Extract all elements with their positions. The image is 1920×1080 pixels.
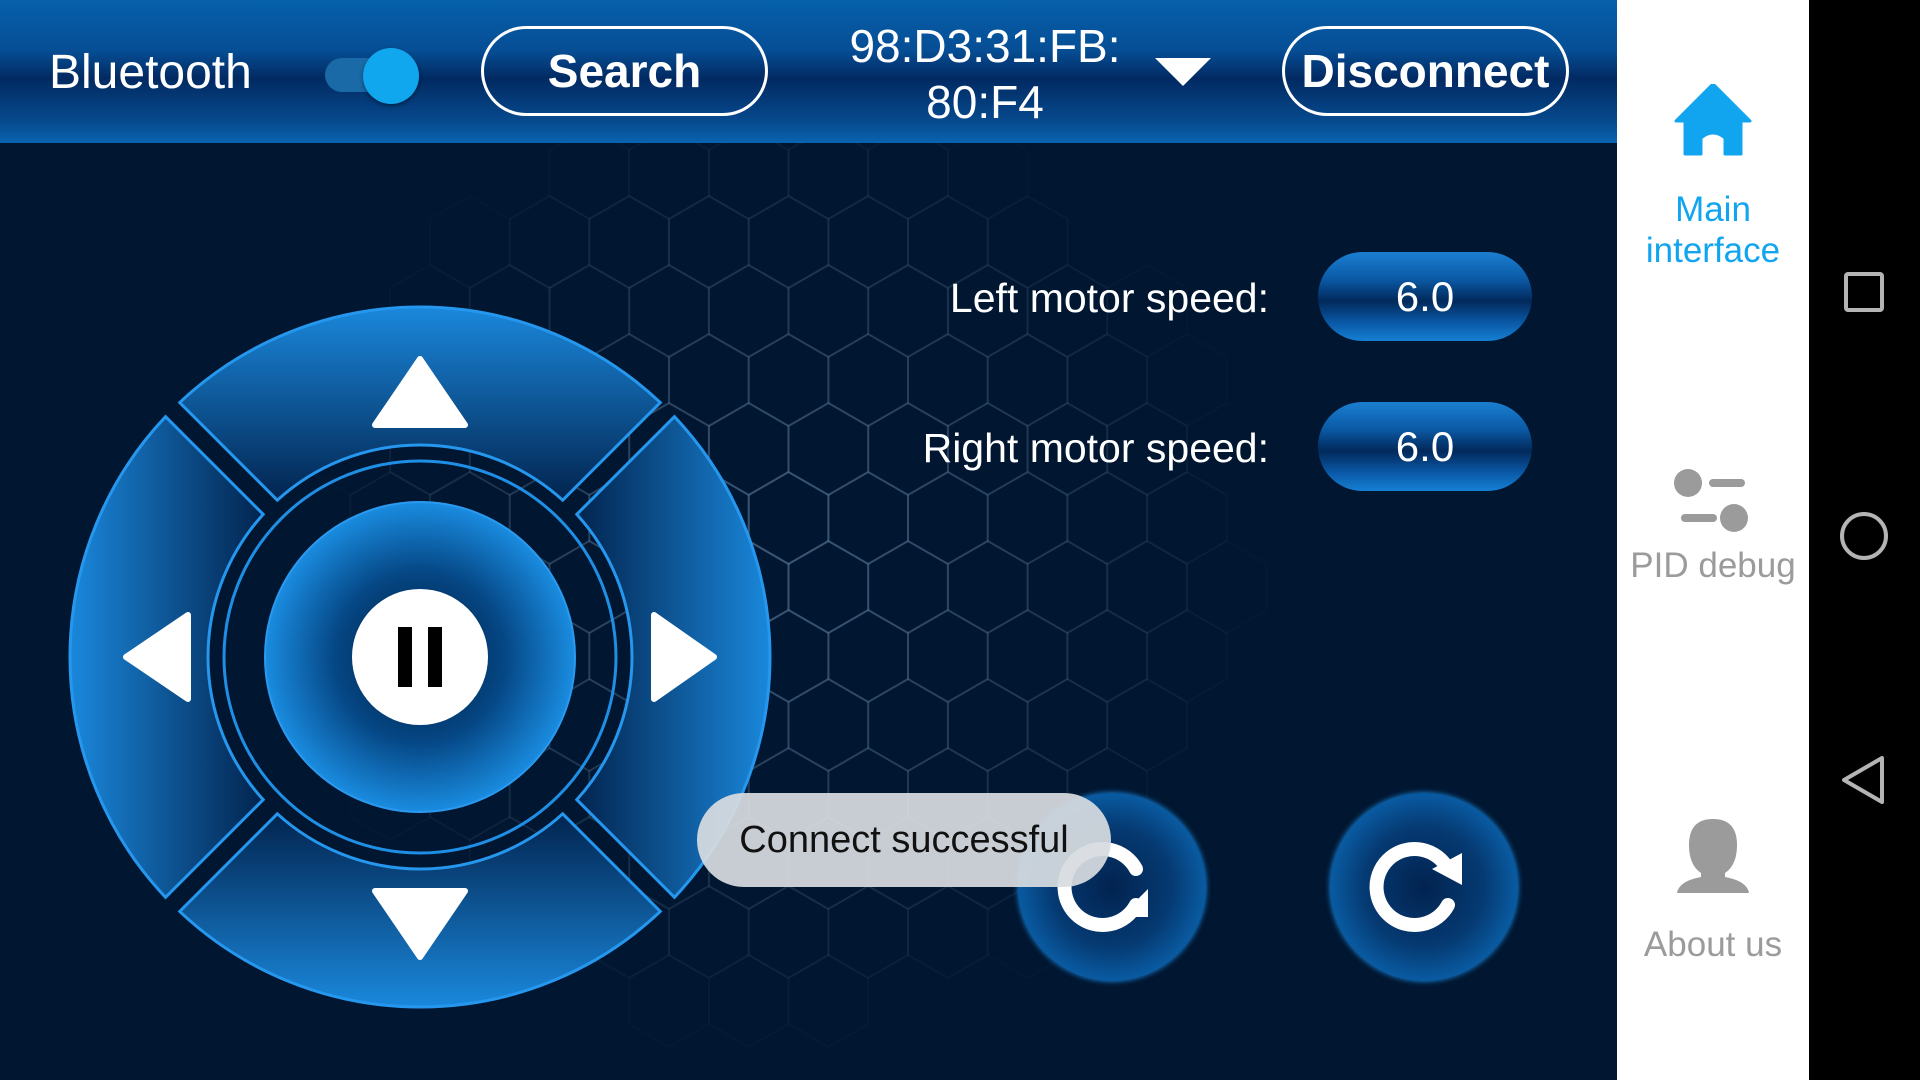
dropdown-arrow-icon[interactable]: [1155, 58, 1211, 86]
disconnect-button[interactable]: Disconnect: [1282, 26, 1569, 116]
user-icon: [1677, 819, 1749, 893]
sidebar-label-about-us: About us: [1643, 925, 1783, 964]
device-address-line2: 80:F4: [926, 76, 1044, 128]
sidebar-item-about-us[interactable]: About us: [1617, 815, 1809, 965]
search-button[interactable]: Search: [481, 26, 768, 116]
home-circle-icon[interactable]: [1838, 510, 1890, 562]
back-icon[interactable]: [1838, 752, 1890, 808]
sidebar: Main interface PID debug About us: [1617, 0, 1809, 1080]
bluetooth-label: Bluetooth: [49, 46, 252, 99]
pause-button[interactable]: [352, 589, 488, 725]
toggle-thumb: [363, 48, 419, 104]
rotate-right-button[interactable]: [1330, 793, 1518, 981]
sidebar-label-main-interface: Main interface: [1645, 190, 1781, 270]
rotate-clockwise-icon: [1369, 842, 1462, 932]
top-bar: Bluetooth Search 98:D3:31:FB: 80:F4 Disc…: [0, 0, 1617, 143]
sidebar-item-pid-debug[interactable]: PID debug: [1617, 468, 1809, 586]
device-address-select[interactable]: 98:D3:31:FB: 80:F4: [830, 18, 1140, 130]
recent-apps-icon[interactable]: [1838, 266, 1890, 318]
bluetooth-toggle[interactable]: [325, 48, 421, 104]
right-motor-speed-value: 6.0: [1318, 402, 1532, 491]
direction-pad: [68, 305, 772, 1009]
device-address-line1: 98:D3:31:FB:: [849, 20, 1121, 72]
left-motor-speed-value: 6.0: [1318, 252, 1532, 341]
sidebar-label-pid-debug: PID debug: [1630, 546, 1796, 585]
right-motor-speed-label: Right motor speed:: [922, 425, 1269, 471]
toast-message: Connect successful: [697, 793, 1111, 887]
android-navigation-bar: [1809, 0, 1920, 1080]
sidebar-item-main-interface[interactable]: Main interface: [1617, 82, 1809, 271]
sliders-icon: [1674, 469, 1748, 532]
home-icon: [1674, 82, 1752, 156]
left-motor-speed-label: Left motor speed:: [949, 275, 1269, 321]
main-screen: Bluetooth Search 98:D3:31:FB: 80:F4 Disc…: [0, 0, 1617, 1080]
